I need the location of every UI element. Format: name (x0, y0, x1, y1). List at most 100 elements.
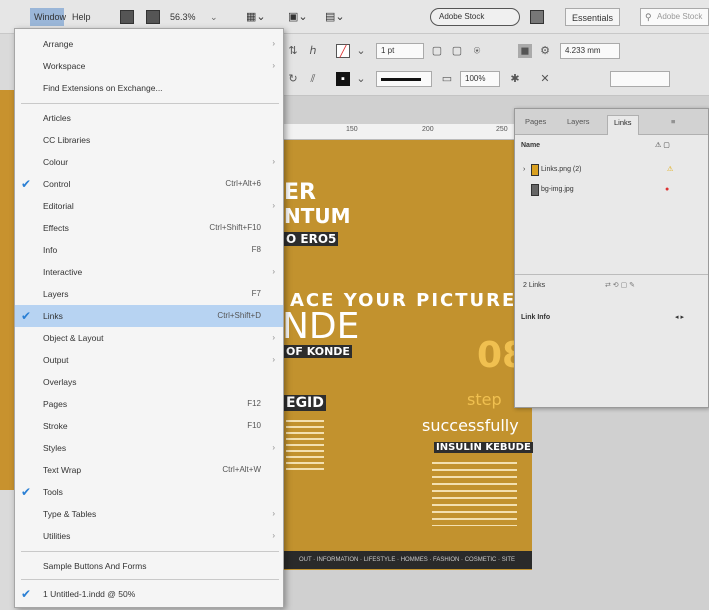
document-page[interactable]: ER NTUM O ERO5 ACE YOUR PICTURE NDE OF K… (282, 140, 533, 570)
fill-swatch-icon[interactable]: ╱ (336, 44, 350, 58)
submenu-arrow-icon: › (272, 157, 275, 166)
screen-mode-icon[interactable]: ▣⌄ (288, 8, 308, 26)
link-row-2[interactable]: bg-img.jpg ● (515, 181, 708, 199)
menu-item-label: Find Extensions on Exchange... (43, 83, 163, 93)
menu-item-find-extensions[interactable]: Find Extensions on Exchange... (15, 77, 283, 99)
menu-item-sample-buttons[interactable]: Sample Buttons And Forms (15, 555, 283, 577)
fill-dropdown-icon[interactable]: ⌄ (354, 44, 368, 58)
bridge-icon[interactable] (120, 10, 134, 24)
poster-title-line1: ER (284, 180, 316, 205)
menu-item-styles[interactable]: Styles › (15, 437, 283, 459)
menu-item-control[interactable]: ✔ Control Ctrl+Alt+6 (15, 173, 283, 195)
menu-item-object-layout[interactable]: Object & Layout › (15, 327, 283, 349)
link-row-1[interactable]: › Links.png (2) ⚠ (515, 161, 708, 179)
tab-layers[interactable]: Layers (561, 115, 596, 135)
link-info-nav-icons[interactable]: ◂ ▸ (675, 309, 705, 327)
menu-item-stroke[interactable]: Stroke F10 (15, 415, 283, 437)
align-center-icon[interactable]: ▢ (450, 44, 464, 58)
document-edge (0, 90, 14, 490)
poster-egid: EGID (284, 395, 326, 411)
menu-item-label: Object & Layout (43, 333, 104, 343)
reference-point-icon[interactable]: ⇅ (286, 44, 300, 58)
menu-item-tools[interactable]: ✔ Tools (15, 481, 283, 503)
fit-field[interactable] (610, 71, 670, 87)
menu-item-overlays[interactable]: Overlays (15, 371, 283, 393)
links-header-icons: ⚠ ▢ (655, 142, 670, 149)
tab-pages[interactable]: Pages (519, 115, 552, 135)
stock-icon[interactable] (146, 10, 160, 24)
shortcut-label: F8 (251, 245, 261, 254)
align-left-icon[interactable]: ▢ (430, 44, 444, 58)
menu-item-label: Overlays (43, 377, 77, 387)
zoom-dropdown-icon[interactable]: ⌄ (210, 8, 218, 26)
menu-item-effects[interactable]: Effects Ctrl+Shift+F10 (15, 217, 283, 239)
adobe-stock-button[interactable]: Adobe Stock (430, 8, 520, 26)
image-file-icon (531, 184, 539, 196)
shortcut-label: Ctrl+Alt+W (222, 465, 261, 474)
shear-icon[interactable]: ⫽ (306, 72, 320, 86)
poster-title-line2: NTUM (284, 204, 351, 228)
menu-item-label: Utilities (43, 531, 71, 541)
menu-item-label: Tools (43, 487, 63, 497)
menu-item-label: Output (43, 355, 69, 365)
menu-item-label: Effects (43, 223, 69, 233)
menu-item-label: Stroke (43, 421, 68, 431)
checkmark-icon: ✔ (21, 587, 32, 601)
panel-menu-icon[interactable]: ≡ (665, 115, 681, 135)
menu-item-label: CC Libraries (43, 135, 91, 145)
close-path-icon[interactable]: ✕ (538, 72, 552, 86)
menu-item-workspace[interactable]: Workspace › (15, 55, 283, 77)
shortcut-label: F12 (247, 399, 261, 408)
menu-item-links[interactable]: ✔ Links Ctrl+Shift+D (15, 305, 283, 327)
menu-item-output[interactable]: Output › (15, 349, 283, 371)
menu-item-cc-libraries[interactable]: CC Libraries (15, 129, 283, 151)
rotate-icon[interactable]: ↻ (286, 72, 300, 86)
effects-icon[interactable]: ◼ (518, 44, 532, 58)
arrange-documents-icon[interactable]: ▤⌄ (325, 8, 345, 26)
menu-window[interactable]: Window (30, 8, 66, 26)
menu-item-articles[interactable]: Articles (15, 107, 283, 129)
menu-item-text-wrap[interactable]: Text Wrap Ctrl+Alt+W (15, 459, 283, 481)
menu-item-label: Arrange (43, 39, 74, 49)
submenu-arrow-icon: › (272, 61, 275, 70)
menu-item-colour[interactable]: Colour › (15, 151, 283, 173)
disclosure-icon[interactable]: › (523, 161, 525, 179)
menu-item-label: 1 Untitled-1.indd @ 50% (43, 589, 136, 599)
zoom-level[interactable]: 56.3% (170, 8, 196, 26)
stroke-dropdown-icon[interactable]: ⌄ (354, 72, 368, 86)
poster-footer: OUT · INFORMATION · LIFESTYLE · HOMMES ·… (282, 551, 532, 569)
text-frame-icon[interactable]: ℎ (306, 44, 320, 58)
poster-body-right (432, 462, 517, 526)
poster-steps: step (467, 390, 502, 409)
frame-icon[interactable]: ▭ (440, 72, 454, 86)
menu-item-pages[interactable]: Pages F12 (15, 393, 283, 415)
opacity-field[interactable]: 100% (460, 71, 500, 87)
settings-icon[interactable]: ⚙ (538, 44, 552, 58)
panel-actions-icons[interactable]: ⇄ ⟲ ▢ ✎ (605, 277, 705, 295)
checkmark-icon: ✔ (21, 177, 32, 191)
search-icon: ⚲ (645, 12, 652, 22)
workspace-switcher[interactable]: Essentials (565, 8, 621, 26)
tab-links[interactable]: Links (607, 115, 639, 135)
stroke-swatch-icon[interactable]: ▪ (336, 72, 350, 86)
align-right-icon[interactable]: ⍟ (470, 44, 484, 58)
menu-item-type-tables[interactable]: Type & Tables › (15, 503, 283, 525)
menu-item-interactive[interactable]: Interactive › (15, 261, 283, 283)
menu-item-label: Articles (43, 113, 71, 123)
stroke-style-field[interactable] (376, 71, 432, 87)
menu-help[interactable]: Help (72, 8, 91, 26)
view-options-icon[interactable]: ▦⌄ (246, 8, 266, 26)
menu-item-info[interactable]: Info F8 (15, 239, 283, 261)
menu-item-arrange[interactable]: Arrange › (15, 33, 283, 55)
menu-item-editorial[interactable]: Editorial › (15, 195, 283, 217)
wrap-icon[interactable]: ✱ (508, 72, 522, 86)
menu-item-label: Styles (43, 443, 67, 453)
stroke-weight-field[interactable]: 1 pt (376, 43, 424, 59)
submenu-arrow-icon: › (272, 201, 275, 210)
menu-item-layers[interactable]: Layers F7 (15, 283, 283, 305)
publish-icon[interactable] (530, 10, 544, 24)
width-field[interactable]: 4.233 mm (560, 43, 620, 59)
poster-label-1: O ERO5 (284, 232, 339, 246)
menu-item-utilities[interactable]: Utilities › (15, 525, 283, 547)
menu-item-open-document[interactable]: ✔ 1 Untitled-1.indd @ 50% (15, 583, 283, 605)
